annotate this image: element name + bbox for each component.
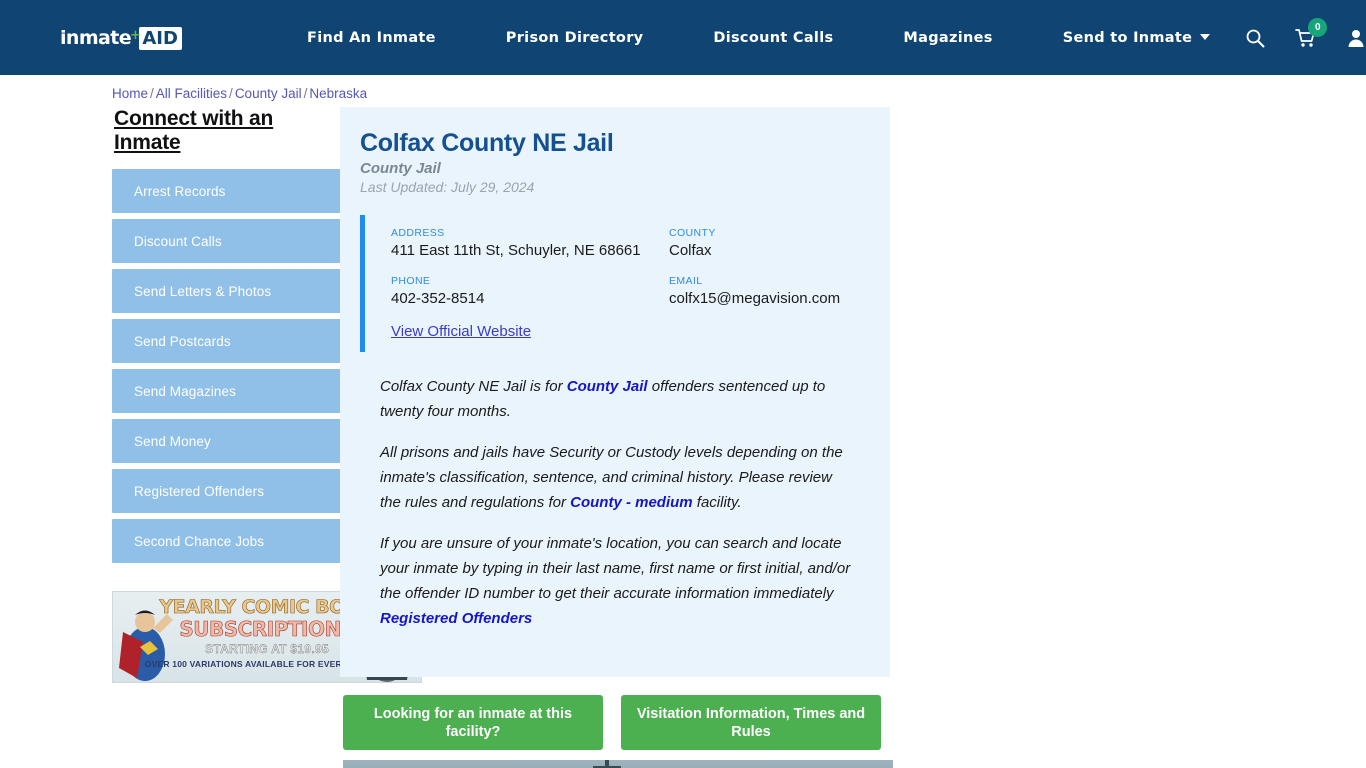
cta-button-row: Looking for an inmate at this facility? …: [340, 695, 890, 750]
header-icon-group: 0: [1245, 17, 1366, 48]
cart-count-badge: 0: [1308, 17, 1328, 37]
content-wrapper: Connect with an Inmate Arrest Records Di…: [0, 75, 1366, 768]
search-icon[interactable]: [1245, 28, 1265, 48]
logo-plus-icon: +: [130, 27, 141, 43]
nav-item-find-an-inmate[interactable]: Find An Inmate: [272, 30, 471, 46]
nav-item-send-to-inmate[interactable]: Send to Inmate: [1028, 30, 1246, 46]
sidebar-title: Connect with an Inmate: [114, 107, 274, 154]
site-header: inmate+ AID Find An Inmate Prison Directo…: [0, 0, 1366, 75]
facility-contact-block: ADDRESS 411 East 11th St, Schuyler, NE 6…: [360, 215, 860, 352]
breadcrumb-item-county-jail[interactable]: County Jail: [235, 86, 302, 101]
breadcrumb-item-all-facilities[interactable]: All Facilities: [156, 86, 227, 101]
facility-type: County Jail: [360, 160, 441, 177]
breadcrumb-separator: /: [229, 86, 233, 101]
breadcrumb-separator: /: [303, 86, 308, 101]
facility-info-card: Colfax County NE Jail County Jail Last U…: [340, 107, 890, 677]
description-paragraph-1: Colfax County NE Jail is for County Jail…: [380, 374, 856, 424]
nav-item-discount-calls[interactable]: Discount Calls: [678, 30, 868, 46]
cart-icon[interactable]: 0: [1295, 17, 1328, 48]
address-field: ADDRESS 411 East 11th St, Schuyler, NE 6…: [391, 227, 669, 261]
user-account-icon[interactable]: [1346, 28, 1366, 48]
visitation-info-button[interactable]: Visitation Information, Times and Rules: [621, 695, 881, 750]
county-label: COUNTY: [669, 227, 716, 239]
breadcrumb: Home / All Facilities / County Jail / Nebraska: [112, 86, 367, 101]
breadcrumb-item-nebraska[interactable]: Nebraska: [309, 86, 367, 101]
address-label: ADDRESS: [391, 227, 445, 239]
phone-field: PHONE 402-352-8514: [391, 275, 669, 309]
facility-last-updated: Last Updated: July 29, 2024: [360, 179, 535, 195]
logo-text-primary: inmate: [60, 26, 132, 49]
facility-name: Colfax County NE Jail: [360, 129, 614, 157]
main-column: Colfax County NE Jail County Jail Last U…: [340, 107, 893, 768]
nav-item-magazines[interactable]: Magazines: [868, 30, 1027, 46]
sidebar: Connect with an Inmate Arrest Records Di…: [0, 107, 432, 768]
breadcrumb-item-home[interactable]: Home: [112, 86, 148, 101]
phone-value: 402-352-8514: [391, 290, 485, 307]
email-field: EMAIL colfx15@megavision.com: [669, 275, 860, 309]
desc-p1-text-a: Colfax County NE Jail is for: [380, 378, 567, 395]
logo-text: inmate+ AID: [60, 26, 182, 50]
facility-description: Colfax County NE Jail is for County Jail…: [360, 374, 860, 631]
description-paragraph-3: If you are unsure of your inmate's locat…: [380, 531, 856, 631]
registered-offenders-link[interactable]: Registered Offenders: [380, 610, 532, 627]
facility-photo: [343, 760, 893, 768]
county-value: Colfax: [669, 242, 712, 259]
inmate-search-button[interactable]: Looking for an inmate at this facility?: [343, 695, 603, 750]
description-paragraph-2: All prisons and jails have Security or C…: [380, 440, 856, 515]
county-field: COUNTY Colfax: [669, 227, 860, 261]
email-label: EMAIL: [669, 275, 703, 287]
phone-label: PHONE: [391, 275, 431, 287]
view-official-website-link[interactable]: View Official Website: [391, 323, 860, 340]
nav-item-prison-directory[interactable]: Prison Directory: [471, 30, 679, 46]
desc-p1-highlight[interactable]: County Jail: [567, 378, 648, 395]
desc-p2-text-b: facility.: [692, 494, 742, 511]
page-body: Home / All Facilities / County Jail / Nebraska…: [0, 75, 1366, 768]
desc-p2-highlight[interactable]: County - medium: [570, 494, 693, 511]
logo-text-aid: AID: [139, 26, 182, 50]
desc-p3-text-a: If you are unsure of your inmate's locat…: [380, 535, 851, 602]
site-logo[interactable]: inmate+ AID: [60, 26, 200, 50]
main-navigation: Find An Inmate Prison Directory Discount…: [272, 30, 1245, 46]
email-value: colfx15@megavision.com: [669, 290, 841, 307]
breadcrumb-separator: /: [150, 86, 154, 101]
address-value: 411 East 11th St, Schuyler, NE 68661: [391, 242, 641, 259]
